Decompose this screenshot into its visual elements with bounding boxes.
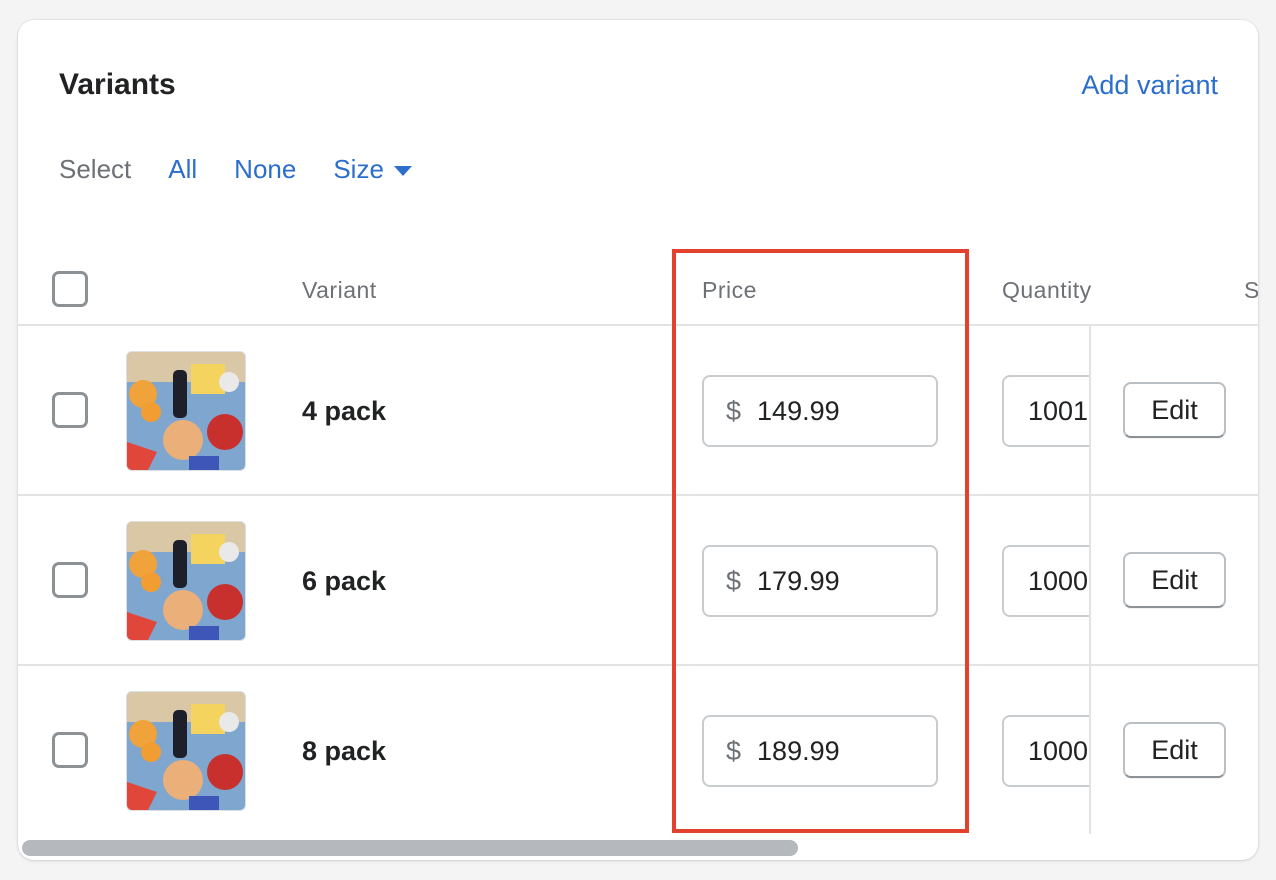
caret-down-icon (393, 165, 412, 176)
row-divider (1091, 494, 1258, 496)
edit-button[interactable]: Edit (1123, 382, 1226, 438)
variant-name: 6 pack (302, 566, 387, 596)
price-input[interactable]: $ 179.99 (702, 545, 938, 617)
column-header-price: Price (702, 277, 757, 303)
price-value: 179.99 (757, 565, 840, 596)
price-input[interactable]: $ 149.99 (702, 375, 938, 447)
product-image (126, 351, 246, 471)
select-all-link[interactable]: All (168, 154, 197, 185)
variants-card: Variants Add variant Select All None Siz… (18, 20, 1258, 860)
price-input[interactable]: $ 189.99 (702, 715, 938, 787)
edit-button[interactable]: Edit (1123, 552, 1226, 608)
row-divider (18, 664, 1258, 666)
variant-name: 8 pack (302, 736, 387, 766)
column-header-truncated: S (1244, 277, 1258, 303)
horizontal-scrollbar[interactable] (22, 840, 798, 856)
column-header-quantity: Quantity (1002, 277, 1092, 303)
select-size-label: Size (333, 154, 384, 184)
row-divider (1091, 664, 1258, 666)
variant-name: 4 pack (302, 396, 387, 426)
select-bar: Select All None Size (59, 154, 449, 185)
currency-prefix: $ (726, 395, 742, 426)
row-checkbox[interactable] (52, 392, 88, 428)
edit-button[interactable]: Edit (1123, 722, 1226, 778)
card-title: Variants (59, 68, 176, 101)
select-size-dropdown[interactable]: Size (333, 154, 412, 185)
select-none-link[interactable]: None (234, 154, 296, 185)
product-image (126, 521, 246, 641)
row-checkbox[interactable] (52, 562, 88, 598)
row-checkbox[interactable] (52, 732, 88, 768)
currency-prefix: $ (726, 735, 742, 766)
price-value: 149.99 (757, 395, 840, 426)
column-header-variant: Variant (302, 277, 377, 303)
currency-prefix: $ (726, 565, 742, 596)
select-all-checkbox[interactable] (52, 271, 88, 307)
header-divider (18, 324, 1258, 326)
price-value: 189.99 (757, 735, 840, 766)
row-divider (18, 494, 1258, 496)
select-label: Select (59, 154, 132, 184)
sticky-column-divider (1089, 326, 1091, 834)
add-variant-link[interactable]: Add variant (1081, 70, 1218, 101)
product-image (126, 691, 246, 811)
